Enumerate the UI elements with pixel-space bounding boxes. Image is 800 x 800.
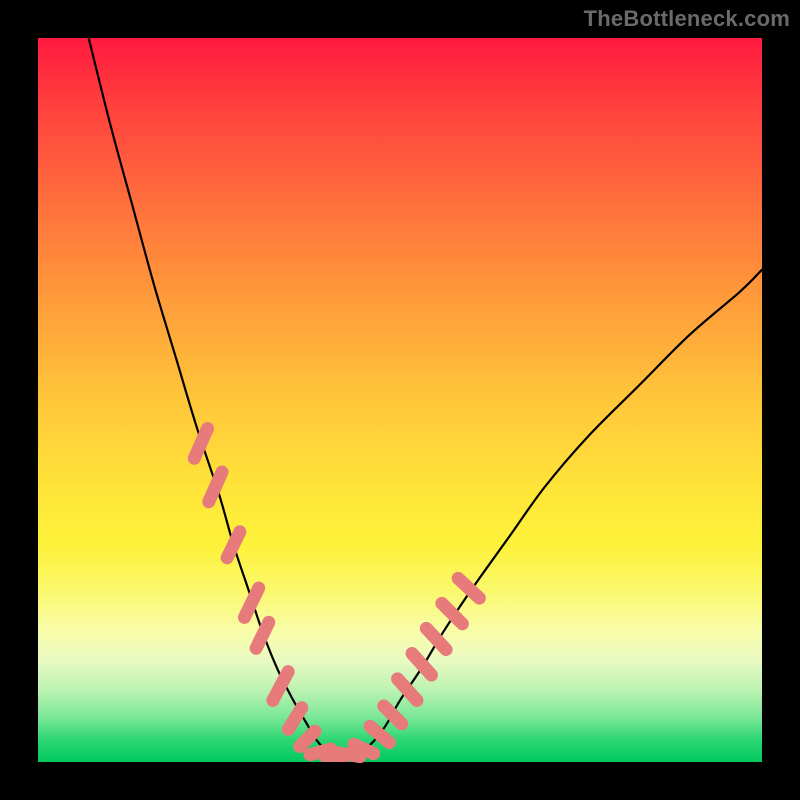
curve-markers: [194, 429, 479, 757]
curve-marker: [398, 679, 417, 701]
curve-marker: [288, 708, 301, 729]
chart-frame: TheBottleneck.com: [0, 0, 800, 800]
curve-marker: [354, 744, 374, 753]
curve-marker: [370, 726, 389, 742]
curve-marker: [227, 532, 240, 558]
bottleneck-curve-line: [89, 38, 762, 755]
watermark-text: TheBottleneck.com: [584, 6, 790, 32]
curve-marker: [339, 753, 360, 757]
curve-marker: [384, 706, 402, 724]
curve-marker: [300, 731, 315, 746]
curve-marker: [273, 672, 288, 701]
plot-area: [38, 38, 762, 762]
bottleneck-chart: [38, 38, 762, 762]
